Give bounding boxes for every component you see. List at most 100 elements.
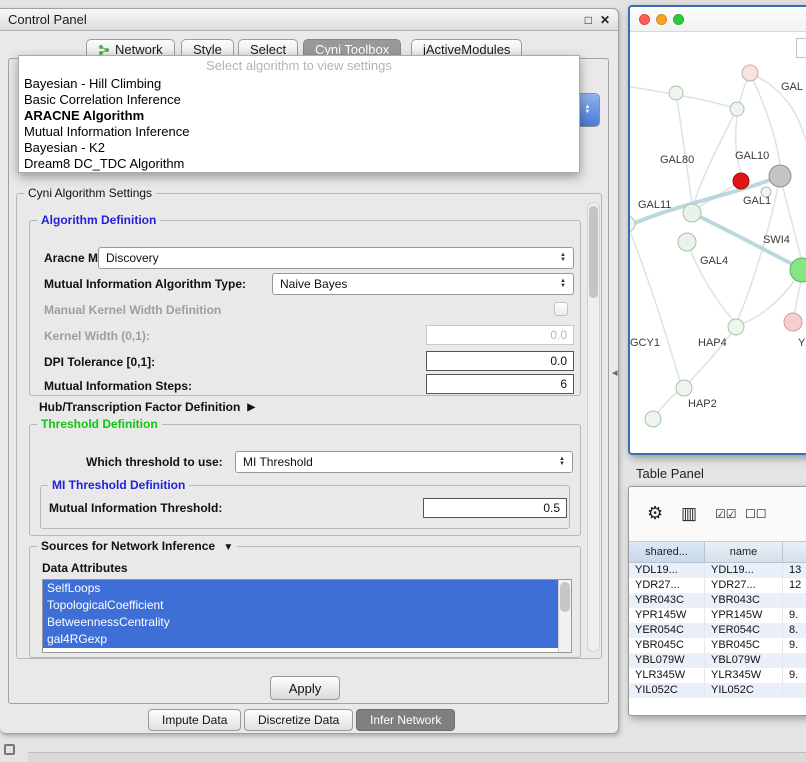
network-node[interactable] [730, 102, 744, 116]
kernel-width-field: 0.0 [426, 325, 574, 345]
combo-arrows-icon: ▲▼ [560, 253, 566, 263]
columns-icon[interactable]: ▥ [681, 504, 697, 524]
cell: YBL079W [629, 653, 705, 668]
panel-splitter-icon[interactable]: ◂ [612, 366, 618, 379]
cell: 13 [783, 563, 806, 578]
table-row[interactable]: YBR045C YBR045C 9. [629, 638, 806, 653]
cell: YIL052C [629, 683, 705, 698]
popup-placeholder: Select algorithm to view settings [19, 56, 579, 76]
popup-item[interactable]: Bayesian - Hill Climbing [19, 76, 579, 92]
network-node-green[interactable] [790, 258, 806, 282]
apply-button[interactable]: Apply [270, 676, 340, 700]
window-title: Control Panel [8, 12, 87, 27]
sources-title: Sources for Network Inference [41, 539, 215, 553]
tab-impute-data[interactable]: Impute Data [148, 709, 241, 731]
column-header-shared-name[interactable]: shared... [629, 541, 705, 563]
node-label: GAL10 [735, 150, 769, 162]
network-node[interactable] [784, 313, 802, 331]
close-traffic-light[interactable] [639, 14, 650, 25]
table-row[interactable]: YDR27... YDR27... 12 [629, 578, 806, 593]
popup-item[interactable]: Mutual Information Inference [19, 124, 579, 140]
network-node-labels: GAL GAL80 GAL10 GAL11 GAL1 SWI4 GAL4 GCY… [630, 81, 806, 410]
network-window-titlebar[interactable] [630, 7, 806, 32]
table-row[interactable]: YPR145W YPR145W 9. [629, 608, 806, 623]
minimize-traffic-light[interactable] [656, 14, 667, 25]
popup-item[interactable]: Basic Correlation Inference [19, 92, 579, 108]
list-item[interactable]: TopologicalCoefficient [43, 597, 558, 614]
list-item[interactable]: BetweennessCentrality [43, 614, 558, 631]
which-threshold-combo[interactable]: MI Threshold ▲▼ [235, 451, 573, 473]
dpi-tolerance-field[interactable]: 0.0 [426, 351, 574, 371]
table-row[interactable]: YER054C YER054C 8. [629, 623, 806, 638]
close-window-icon[interactable]: ✕ [600, 13, 610, 27]
popup-item[interactable]: Bayesian - K2 [19, 140, 579, 156]
group-title: Threshold Definition [37, 417, 162, 431]
network-node[interactable] [678, 233, 696, 251]
cell: 9. [783, 638, 806, 653]
attributes-scrollbar[interactable] [558, 580, 571, 652]
network-edges [630, 73, 806, 419]
mi-steps-field[interactable]: 6 [426, 374, 574, 394]
cell [783, 683, 806, 698]
cell: YBR045C [629, 638, 705, 653]
zoom-traffic-light[interactable] [673, 14, 684, 25]
network-nodes [630, 65, 806, 427]
node-label: GAL4 [700, 255, 728, 267]
column-header-cut[interactable] [783, 541, 806, 563]
group-title: Cyni Algorithm Settings [24, 186, 156, 200]
group-title: Algorithm Definition [37, 213, 160, 227]
node-label: GAL [781, 81, 803, 93]
network-node[interactable] [683, 204, 701, 222]
cell [783, 593, 806, 608]
tab-infer-network[interactable]: Infer Network [356, 709, 455, 731]
table-row[interactable]: YLR345W YLR345W 9. [629, 668, 806, 683]
list-item[interactable]: SelfLoops [43, 580, 558, 597]
table-row[interactable]: YIL052C YIL052C [629, 683, 806, 698]
popup-item-highlighted[interactable]: ARACNE Algorithm [19, 108, 579, 124]
table-row[interactable]: YDL19... YDL19... 13 [629, 563, 806, 578]
gear-icon[interactable]: ⚙ [647, 503, 663, 524]
cell: YBR043C [705, 593, 783, 608]
network-view-window: GAL GAL80 GAL10 GAL11 GAL1 SWI4 GAL4 GCY… [628, 5, 806, 455]
network-node[interactable] [742, 65, 758, 81]
network-node[interactable] [669, 86, 683, 100]
aracne-mode-combo[interactable]: Discovery ▲▼ [98, 247, 574, 269]
hub-definition-toggle[interactable]: Hub/Transcription Factor Definition ▶ [39, 400, 255, 414]
table-row[interactable]: YBR043C YBR043C [629, 593, 806, 608]
data-attributes-list: SelfLoops TopologicalCoefficient Between… [42, 579, 572, 653]
mi-threshold-field[interactable]: 0.5 [423, 498, 567, 518]
network-node[interactable] [630, 216, 635, 232]
tab-discretize-data[interactable]: Discretize Data [244, 709, 353, 731]
table-row[interactable]: YBL079W YBL079W [629, 653, 806, 668]
network-scrollbar-fragment[interactable] [796, 38, 806, 58]
column-header-name[interactable]: name [705, 541, 783, 563]
popup-item[interactable]: Dream8 DC_TDC Algorithm [19, 156, 579, 172]
table-toolbar: ⚙ ▥ ☑☑ ☐☐ [629, 487, 806, 541]
table-body: YDL19... YDL19... 13 YDR27... YDR27... 1… [629, 563, 806, 715]
cyni-algorithm-settings-group: Cyni Algorithm Settings Algorithm Defini… [16, 193, 602, 659]
cell: YIL052C [705, 683, 783, 698]
expand-arrow-icon: ▶ [247, 402, 255, 413]
attributes-scrollbar-thumb[interactable] [560, 582, 570, 612]
network-node[interactable] [645, 411, 661, 427]
restore-panel-icon[interactable] [4, 744, 15, 755]
cell: YLR345W [705, 668, 783, 683]
network-canvas[interactable]: GAL GAL80 GAL10 GAL11 GAL1 SWI4 GAL4 GCY… [630, 31, 806, 453]
cell: YDR27... [705, 578, 783, 593]
cell: YDL19... [629, 563, 705, 578]
list-item[interactable]: gal4RGexp [43, 631, 558, 648]
mi-algorithm-type-combo[interactable]: Naive Bayes ▲▼ [272, 273, 574, 295]
cell: YDL19... [705, 563, 783, 578]
network-node-gray[interactable] [769, 165, 791, 187]
float-window-icon[interactable]: □ [585, 13, 592, 27]
table-panel-title: Table Panel [636, 466, 704, 481]
dpi-tolerance-label: DPI Tolerance [0,1]: [44, 355, 155, 369]
network-node[interactable] [676, 380, 692, 396]
network-node-red[interactable] [733, 173, 749, 189]
deselect-all-boxes-icon[interactable]: ☐☐ [745, 507, 767, 521]
select-all-checks-icon[interactable]: ☑☑ [715, 507, 737, 521]
settings-scrollbar-thumb[interactable] [589, 206, 598, 298]
settings-scrollbar[interactable] [587, 202, 600, 652]
sources-toggle[interactable]: Sources for Network Inference ▼ [37, 539, 237, 553]
network-node[interactable] [728, 319, 744, 335]
